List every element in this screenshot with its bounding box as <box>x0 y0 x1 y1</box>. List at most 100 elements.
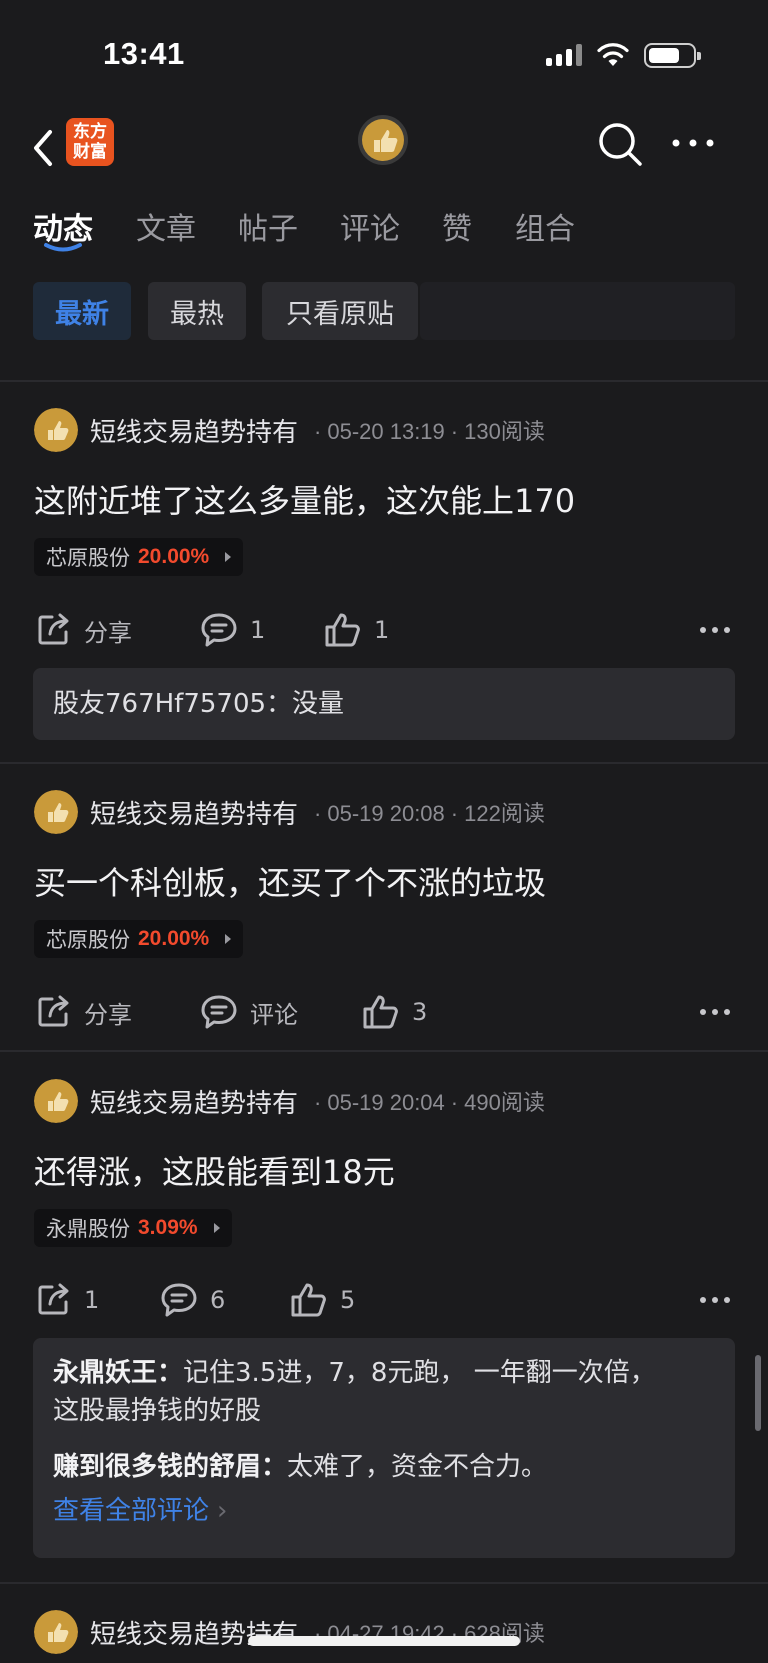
stock-tag[interactable]: 芯原股份 20.00% <box>34 920 244 958</box>
thumbs-up-icon <box>291 1283 326 1317</box>
play-icon <box>213 1223 220 1233</box>
status-icons <box>546 42 701 68</box>
more-icon[interactable] <box>698 618 732 642</box>
brand-logo[interactable]: 东方 财富 <box>66 118 114 166</box>
filter-original-only[interactable]: 只看原贴 <box>262 282 418 340</box>
comment-button[interactable]: 评论 <box>200 990 298 1034</box>
share-count: 1 <box>84 1286 100 1314</box>
share-icon <box>38 995 69 1027</box>
author-avatar-icon[interactable] <box>34 1610 78 1654</box>
stock-change: 3.09% <box>138 1216 198 1239</box>
comment-preview[interactable]: 股友767Hf75705：没量 <box>33 668 735 740</box>
like-count: 1 <box>374 616 390 644</box>
comment-count: 6 <box>210 1286 226 1314</box>
filter-latest[interactable]: 最新 <box>33 282 131 340</box>
comment-button[interactable]: 1 <box>200 608 265 652</box>
author-name[interactable]: 短线交易趋势持有 <box>90 1083 298 1120</box>
author-name[interactable]: 短线交易趋势持有 <box>90 794 298 831</box>
filter-hot[interactable]: 最热 <box>148 282 246 340</box>
post-text[interactable]: 这附近堆了这么多量能，这次能上170 <box>34 476 575 522</box>
comment-line: 永鼎妖王：记住3.5进，7，8元跑， 一年翻一次倍， <box>53 1354 715 1392</box>
status-time: 13:41 <box>103 36 185 71</box>
tab-portfolio[interactable]: 组合 <box>515 204 575 248</box>
author-name[interactable]: 短线交易趋势持有 <box>90 412 298 449</box>
like-button[interactable]: 3 <box>362 990 427 1034</box>
comment-text: 太难了，资金不合力。 <box>287 1452 548 1482</box>
share-button[interactable]: 分享 <box>36 608 132 652</box>
comment-text: 记住3.5进，7，8元跑， 一年翻一次倍， <box>183 1358 656 1388</box>
comment-icon <box>201 613 237 647</box>
tab-likes[interactable]: 赞 <box>442 204 472 248</box>
comment-line: 股友767Hf75705：没量 <box>53 682 715 726</box>
post-date: 05-19 20:04 <box>327 1090 445 1115</box>
view-all-comments-link[interactable]: 查看全部评论 › <box>53 1492 715 1530</box>
stock-change: 20.00% <box>138 545 210 568</box>
post-text[interactable]: 买一个科创板，还买了个不涨的垃圾 <box>34 858 546 904</box>
back-icon[interactable] <box>28 126 64 170</box>
stock-tag[interactable]: 永鼎股份 3.09% <box>34 1209 232 1247</box>
post-meta: · 05-20 13:19 · 130阅读 <box>314 419 545 444</box>
tab-bar: 动态 文章 帖子 评论 赞 组合 <box>0 190 768 270</box>
tab-comments[interactable]: 评论 <box>340 204 400 248</box>
post-header: 短线交易趋势持有 · 05-19 20:08 · 122阅读 <box>34 788 545 836</box>
like-count: 3 <box>412 998 428 1026</box>
comment-icon <box>161 1283 197 1317</box>
user-avatar-icon[interactable] <box>357 114 409 166</box>
comment-text: 没量 <box>292 689 345 719</box>
stock-name: 永鼎股份 <box>46 1217 130 1241</box>
author-avatar-icon[interactable] <box>34 408 78 452</box>
stock-name: 芯原股份 <box>46 928 130 952</box>
post-actions: 1 6 5 <box>0 1278 768 1322</box>
nav-bar: 东方 财富 <box>0 110 768 190</box>
comment-line: 赚到很多钱的舒眉：太难了，资金不合力。 <box>53 1448 715 1486</box>
filter-bar: 最新 最热 只看原贴 <box>0 282 768 342</box>
tab-posts[interactable]: 帖子 <box>238 204 298 248</box>
share-label: 分享 <box>84 618 132 647</box>
like-button[interactable]: 5 <box>290 1278 355 1322</box>
comment-icon <box>201 995 237 1029</box>
share-label: 分享 <box>84 1000 132 1029</box>
wifi-icon <box>597 43 629 66</box>
author-avatar-icon[interactable] <box>34 790 78 834</box>
post-header: 短线交易趋势持有 · 05-19 20:04 · 490阅读 <box>34 1077 545 1125</box>
chevron-right-icon: › <box>217 1496 228 1526</box>
divider <box>0 380 768 382</box>
share-icon <box>38 1283 69 1315</box>
share-icon <box>38 613 69 645</box>
more-icon[interactable] <box>668 128 718 158</box>
search-icon[interactable] <box>596 120 644 168</box>
post-header: 短线交易趋势持有 · 04-27 19:42 · 628阅读 <box>34 1608 545 1656</box>
scrollbar[interactable] <box>755 1355 761 1431</box>
play-icon <box>225 552 232 562</box>
share-button[interactable]: 1 <box>36 1278 99 1322</box>
post-text[interactable]: 还得涨，这股能看到18元 <box>34 1147 395 1193</box>
post-reads: 490阅读 <box>464 1090 545 1115</box>
comment-count: 1 <box>250 616 266 644</box>
comment-button[interactable]: 6 <box>160 1278 225 1322</box>
filter-bar-fade <box>420 282 735 340</box>
more-icon[interactable] <box>698 1288 732 1312</box>
tab-articles[interactable]: 文章 <box>136 204 196 248</box>
post-date: 05-19 20:08 <box>327 801 445 826</box>
like-count: 5 <box>340 1286 356 1314</box>
status-bar: 13:41 <box>0 0 768 110</box>
stock-tag[interactable]: 芯原股份 20.00% <box>34 538 244 576</box>
author-avatar-icon[interactable] <box>34 1079 78 1123</box>
tab-active-indicator <box>44 243 82 252</box>
commenter-name[interactable]: 永鼎妖王： <box>53 1358 183 1388</box>
divider <box>0 1582 768 1584</box>
divider <box>0 1050 768 1052</box>
home-indicator[interactable] <box>248 1636 520 1646</box>
like-button[interactable]: 1 <box>324 608 389 652</box>
post-actions: 分享 1 1 <box>0 608 768 652</box>
commenter-name[interactable]: 股友767Hf75705： <box>53 689 292 719</box>
post-header: 短线交易趋势持有 · 05-20 13:19 · 130阅读 <box>34 406 545 454</box>
comment-preview[interactable]: 永鼎妖王：记住3.5进，7，8元跑， 一年翻一次倍， 这股最挣钱的好股 赚到很多… <box>33 1338 735 1558</box>
comment-label: 评论 <box>250 1000 298 1029</box>
share-button[interactable]: 分享 <box>36 990 132 1034</box>
thumbs-up-icon <box>363 995 398 1029</box>
commenter-name[interactable]: 赚到很多钱的舒眉： <box>53 1452 287 1482</box>
post-date: 05-20 13:19 <box>327 419 445 444</box>
comment-text-continued: 这股最挣钱的好股 <box>53 1396 262 1426</box>
more-icon[interactable] <box>698 1000 732 1024</box>
